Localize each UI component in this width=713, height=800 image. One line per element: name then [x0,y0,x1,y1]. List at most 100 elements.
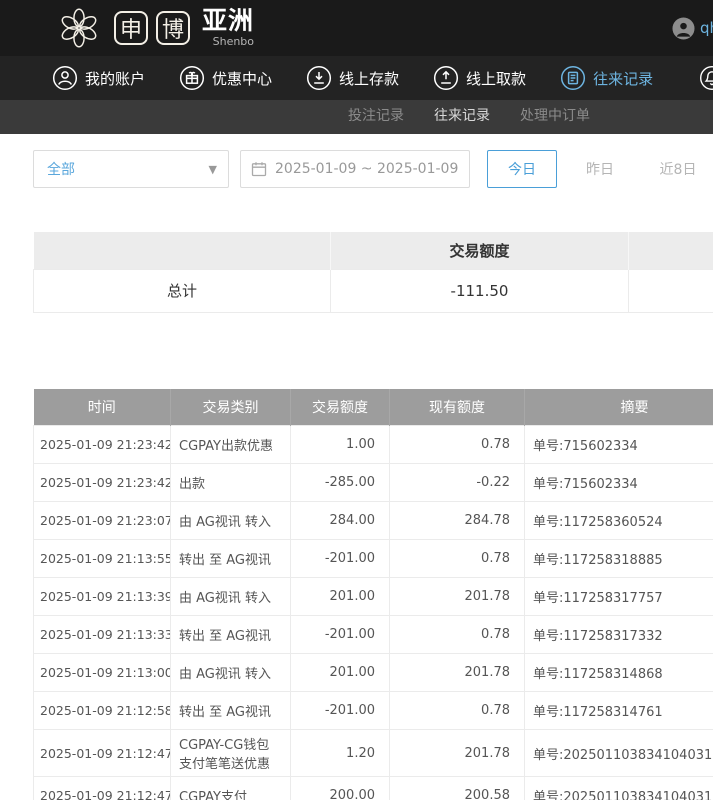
transaction-row: 2025-01-09 21:12:47CGPAY-CG钱包支付笔笔送优惠1.20… [34,730,713,777]
summary-total-value: -111.50 [331,269,629,312]
transactions-header-row: 时间 交易类别 交易额度 现有额度 摘要 [34,389,713,426]
cell-memo: 单号:117258314761 [525,692,713,730]
cell-balance: 201.78 [390,578,525,616]
nav-label: 往来记录 [593,68,653,89]
summary-total-row: 总计 -111.50 [34,269,713,312]
cell-memo: 单号:117258317757 [525,578,713,616]
cell-type: 由 AG视讯 转入 [171,654,291,692]
cell-type: 由 AG视讯 转入 [171,578,291,616]
cell-time: 2025-01-09 21:12:47 [34,777,171,800]
summary-header-row: 交易额度 [34,232,713,269]
nav-item-promotions[interactable]: 优惠中心 [179,65,272,91]
brand-text: 亚洲 Shenbo [202,8,254,47]
cell-time: 2025-01-09 21:13:33 [34,616,171,654]
nav-item-deposit[interactable]: 线上存款 [306,65,399,91]
transaction-row: 2025-01-09 21:23:42CGPAY出款优惠1.000.78单号:7… [34,426,713,464]
calendar-icon [251,161,267,177]
logo-char-bo: 博 [156,11,190,45]
cell-time: 2025-01-09 21:12:47 [34,730,171,777]
yesterday-button[interactable]: 昨日 [565,150,635,188]
cell-time: 2025-01-09 21:12:58 [34,692,171,730]
cell-type: 出款 [171,464,291,502]
username-text[interactable]: qh [700,19,713,37]
tab-transaction-records[interactable]: 往来记录 [434,100,490,134]
notifications-button[interactable] [699,65,713,95]
transaction-row: 2025-01-09 21:13:55转出 至 AG视讯-201.000.78单… [34,540,713,578]
cell-type: 转出 至 AG视讯 [171,692,291,730]
last-8-days-button[interactable]: 近8日 [643,150,713,188]
cell-amount: -285.00 [291,464,390,502]
tab-betting-records[interactable]: 投注记录 [348,100,404,134]
bell-icon [699,65,713,91]
nav-label: 线上取款 [466,68,526,89]
transaction-row: 2025-01-09 21:23:42出款-285.00-0.22单号:7156… [34,464,713,502]
nav-item-withdraw[interactable]: 线上取款 [433,65,526,91]
date-range-input[interactable]: 2025-01-09 ~ 2025-01-09 [240,150,470,188]
cell-balance: 200.58 [390,777,525,800]
col-header-amount: 交易额度 [291,389,390,426]
cell-type: CGPAY支付 [171,777,291,800]
cell-type: CGPAY出款优惠 [171,426,291,464]
cell-time: 2025-01-09 21:13:39 [34,578,171,616]
summary-table: 交易额度 总计 -111.50 [33,232,713,313]
cell-time: 2025-01-09 21:23:07 [34,502,171,540]
cell-balance: 284.78 [390,502,525,540]
record-subtabs: 投注记录 往来记录 处理中订单 [0,100,713,134]
transaction-row: 2025-01-09 21:23:07由 AG视讯 转入284.00284.78… [34,502,713,540]
nav-item-my-account[interactable]: 我的账户 [52,65,145,91]
cell-memo: 单号:117258314868 [525,654,713,692]
user-account-area[interactable]: qh [672,0,713,56]
brand-logo: 申 博 亚洲 Shenbo [56,6,254,50]
cell-balance: -0.22 [390,464,525,502]
nav-label: 我的账户 [85,68,145,89]
cell-amount: 201.00 [291,578,390,616]
cell-type: 转出 至 AG视讯 [171,616,291,654]
gift-icon [179,65,205,91]
cell-memo: 单号:715602334 [525,464,713,502]
cell-balance: 0.78 [390,426,525,464]
brand-subtitle: Shenbo [202,35,254,48]
cell-time: 2025-01-09 21:23:42 [34,426,171,464]
category-select[interactable]: 全部 ▼ [33,150,229,188]
transactions-body: 2025-01-09 21:23:42CGPAY出款优惠1.000.78单号:7… [34,426,713,800]
transaction-row: 2025-01-09 21:12:58转出 至 AG视讯-201.000.78单… [34,692,713,730]
nav-item-transaction-records[interactable]: 往来记录 [560,65,653,91]
cell-time: 2025-01-09 21:13:55 [34,540,171,578]
transactions-table: 时间 交易类别 交易额度 现有额度 摘要 2025-01-09 21:23:42… [33,389,713,800]
cell-memo: 单号:202501103834104031 [525,730,713,777]
cell-amount: 284.00 [291,502,390,540]
tab-processing-orders[interactable]: 处理中订单 [520,100,590,134]
cell-time: 2025-01-09 21:13:00 [34,654,171,692]
withdraw-icon [433,65,459,91]
category-select-value: 全部 [47,159,75,179]
today-button[interactable]: 今日 [487,150,557,188]
cell-amount: 1.00 [291,426,390,464]
col-header-balance: 现有额度 [390,389,525,426]
main-navigation: 我的账户 优惠中心 线上存款 线上取款 往来记录 [0,56,713,100]
top-header: 申 博 亚洲 Shenbo qh [0,0,713,56]
cell-memo: 单号:117258317332 [525,616,713,654]
cell-amount: -201.00 [291,616,390,654]
cell-amount: -201.00 [291,540,390,578]
summary-total-label: 总计 [34,269,331,312]
cell-memo: 单号:202501103834104031 [525,777,713,800]
cell-time: 2025-01-09 21:23:42 [34,464,171,502]
account-icon [52,65,78,91]
date-range-value: 2025-01-09 ~ 2025-01-09 [275,161,458,177]
cell-balance: 0.78 [390,692,525,730]
cell-amount: 1.20 [291,730,390,777]
cell-type: 转出 至 AG视讯 [171,540,291,578]
transaction-row: 2025-01-09 21:13:00由 AG视讯 转入201.00201.78… [34,654,713,692]
transaction-row: 2025-01-09 21:13:33转出 至 AG视讯-201.000.78单… [34,616,713,654]
filter-bar: 全部 ▼ 2025-01-09 ~ 2025-01-09 今日 昨日 近8日 [33,150,713,188]
cell-balance: 0.78 [390,540,525,578]
nav-label: 优惠中心 [212,68,272,89]
nav-label: 线上存款 [339,68,399,89]
logo-char-shen: 申 [114,11,148,45]
lotus-flower-icon [56,6,102,50]
col-header-type: 交易类别 [171,389,291,426]
cell-balance: 0.78 [390,616,525,654]
cell-memo: 单号:715602334 [525,426,713,464]
cell-balance: 201.78 [390,654,525,692]
user-avatar-icon[interactable] [672,17,695,40]
